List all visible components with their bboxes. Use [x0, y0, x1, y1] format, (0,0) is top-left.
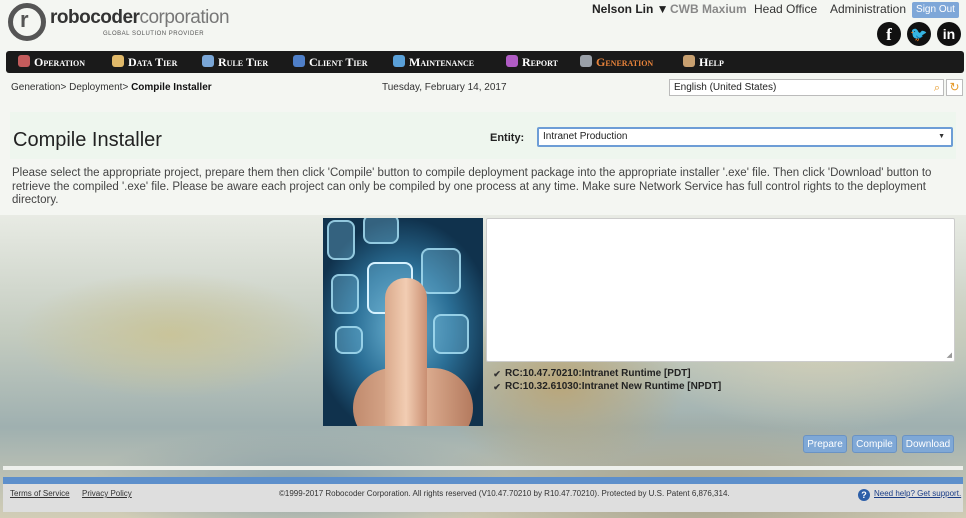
content-panel-edge [3, 466, 963, 470]
menu-generation[interactable]: Generation [580, 51, 653, 73]
menu-client-tier[interactable]: Client Tier [293, 51, 368, 73]
report-icon [506, 55, 518, 67]
logo-tagline: GLOBAL SOLUTION PROVIDER [103, 31, 205, 37]
footer-accent-strip [3, 477, 963, 484]
search-icon[interactable]: ⌕ [934, 81, 940, 96]
language-selector[interactable]: English (United States) ⌕ [669, 79, 944, 96]
entity-value: Intranet Production [543, 131, 628, 142]
rule-tier-icon [202, 55, 214, 67]
resize-grip-icon[interactable]: ◢ [947, 351, 952, 359]
operation-icon [18, 55, 30, 67]
breadcrumb: Generation> Deployment> Compile Installe… [11, 82, 212, 93]
download-button[interactable]: Download [902, 435, 954, 453]
client-tier-icon [293, 55, 305, 67]
logo-letter: r [20, 7, 29, 32]
terms-link[interactable]: Terms of Service [10, 489, 70, 498]
linkedin-icon[interactable]: in [937, 22, 961, 46]
administration-link[interactable]: Administration [830, 2, 906, 18]
main-menu-bar: Operation Data Tier Rule Tier Client Tie… [6, 51, 964, 73]
menu-maintenance[interactable]: Maintenance [393, 51, 474, 73]
menu-rule-tier[interactable]: Rule Tier [202, 51, 268, 73]
support-link[interactable]: Need help? Get support. [874, 489, 961, 498]
help-icon [683, 55, 695, 67]
help-circle-icon[interactable]: ? [858, 489, 870, 501]
checkbox-checked-icon[interactable]: ✔ [492, 382, 502, 392]
office-link[interactable]: Head Office [754, 2, 817, 18]
chevron-down-icon: ▼ [938, 133, 945, 140]
logo-wordmark: robocodercorporation [50, 7, 230, 28]
current-date: Tuesday, February 14, 2017 [382, 82, 507, 93]
refresh-icon[interactable]: ↻ [946, 79, 963, 96]
entity-label: Entity: [490, 132, 525, 144]
company-link[interactable]: CWB Maxium [670, 2, 747, 18]
prepare-button[interactable]: Prepare [803, 435, 847, 453]
footer: Terms of Service Privacy Policy ©1999-20… [3, 484, 963, 512]
instructions-text: Please select the appropriate project, p… [12, 167, 932, 206]
touchscreen-image [323, 218, 483, 426]
menu-data-tier[interactable]: Data Tier [112, 51, 177, 73]
breadcrumb-current: Compile Installer [131, 82, 212, 93]
output-log-textarea[interactable]: ◢ [486, 218, 955, 362]
privacy-link[interactable]: Privacy Policy [82, 489, 132, 498]
compile-button[interactable]: Compile [852, 435, 897, 453]
copyright-text: ©1999-2017 Robocoder Corporation. All ri… [279, 489, 730, 498]
facebook-icon[interactable]: f [877, 22, 901, 46]
menu-operation[interactable]: Operation [18, 51, 85, 73]
user-menu[interactable]: Nelson Lin ▼ [592, 2, 669, 18]
twitter-icon[interactable]: 🐦 [907, 22, 931, 46]
breadcrumb-path[interactable]: Generation> Deployment> [11, 82, 131, 93]
menu-report[interactable]: Report [506, 51, 558, 73]
project-checkbox-row[interactable]: ✔ RC:10.32.61030:Intranet New Runtime [NP… [492, 381, 721, 394]
project-checkbox-row[interactable]: ✔ RC:10.47.70210:Intranet Runtime [PDT] [492, 368, 690, 381]
entity-select[interactable]: Intranet Production ▼ [537, 127, 953, 147]
language-value: English (United States) [674, 82, 777, 93]
generation-icon [580, 55, 592, 67]
data-tier-icon [112, 55, 124, 67]
menu-help[interactable]: Help [683, 51, 724, 73]
page-title: Compile Installer [13, 129, 162, 151]
company-logo[interactable]: r robocodercorporation GLOBAL SOLUTION P… [8, 3, 248, 41]
sign-out-button[interactable]: Sign Out [912, 2, 959, 18]
maintenance-icon [393, 55, 405, 67]
checkbox-checked-icon[interactable]: ✔ [492, 369, 502, 379]
